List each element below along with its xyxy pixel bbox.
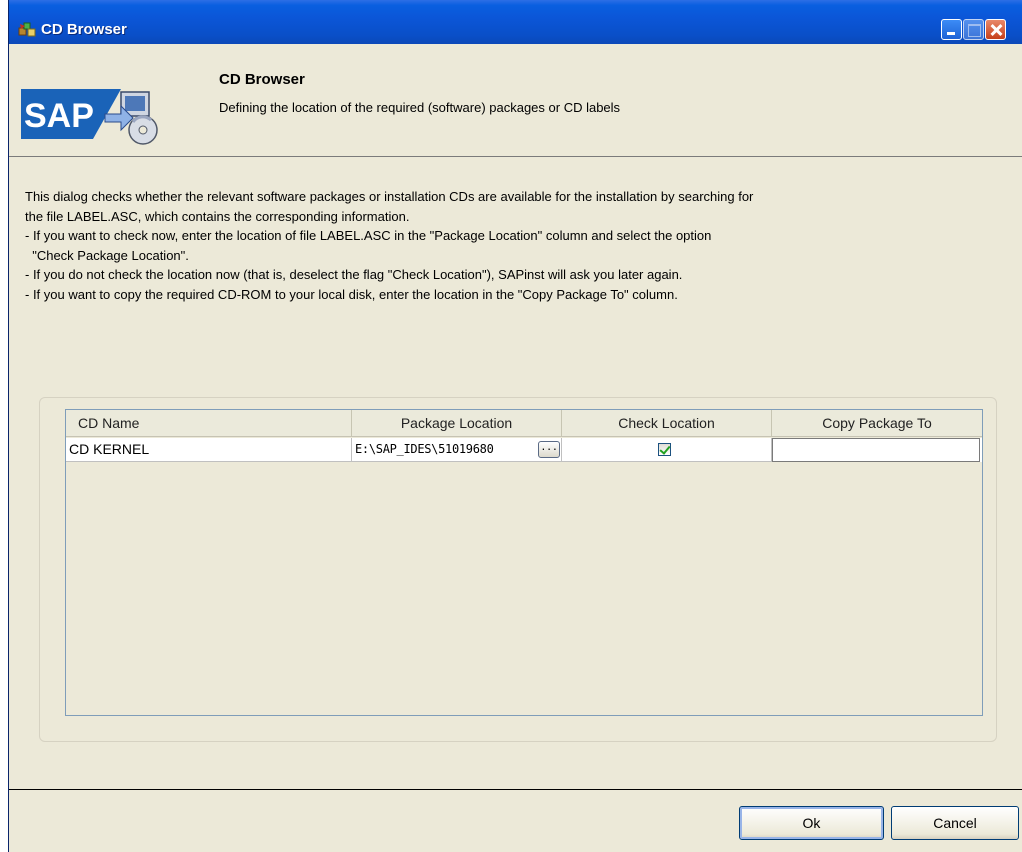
browse-button[interactable]: ... bbox=[538, 441, 560, 458]
table-row[interactable]: CD KERNEL E:\SAP_IDES\51019680 ... bbox=[66, 438, 982, 462]
column-header-check-location[interactable]: Check Location bbox=[562, 410, 772, 437]
cancel-button[interactable]: Cancel bbox=[891, 806, 1019, 840]
header-title: CD Browser bbox=[219, 71, 305, 88]
sap-logo-icon: SAP bbox=[21, 89, 158, 145]
maximize-button[interactable] bbox=[963, 19, 984, 40]
description-line: This dialog checks whether the relevant … bbox=[25, 189, 754, 204]
button-bar: Ok Cancel bbox=[9, 790, 1022, 852]
content-panel: This dialog checks whether the relevant … bbox=[9, 156, 1022, 790]
ok-button[interactable]: Ok bbox=[739, 806, 884, 840]
close-button[interactable] bbox=[985, 19, 1006, 40]
sapinst-app-icon bbox=[18, 22, 36, 37]
header-subtitle: Defining the location of the required (s… bbox=[219, 100, 621, 115]
description-line: - If you want to check now, enter the lo… bbox=[25, 228, 712, 244]
description-line: the file LABEL.ASC, which contains the c… bbox=[25, 208, 410, 224]
description-line: - If you want to copy the required CD-RO… bbox=[25, 286, 678, 302]
package-location-value[interactable]: E:\SAP_IDES\51019680 bbox=[355, 442, 494, 456]
column-header-package-location[interactable]: Package Location bbox=[352, 410, 562, 437]
description-line: "Check Package Location". bbox=[25, 247, 189, 263]
minimize-button[interactable] bbox=[941, 19, 962, 40]
svg-text:SAP: SAP bbox=[24, 97, 94, 135]
package-location-cell[interactable]: E:\SAP_IDES\51019680 ... bbox=[352, 438, 562, 462]
table-header: CD Name Package Location Check Location … bbox=[66, 410, 982, 437]
cd-browser-window: CD Browser SAP CD Browser Defining the l… bbox=[8, 0, 1022, 852]
header-panel: SAP CD Browser Defining the location of … bbox=[9, 44, 1022, 156]
column-header-copy-package-to[interactable]: Copy Package To bbox=[772, 410, 982, 437]
check-location-cell[interactable] bbox=[562, 438, 772, 462]
title-bar[interactable]: CD Browser bbox=[9, 0, 1022, 44]
column-header-cd-name[interactable]: CD Name bbox=[66, 410, 352, 437]
copy-package-to-input[interactable] bbox=[772, 438, 980, 462]
description-line: - If you do not check the location now (… bbox=[25, 267, 683, 283]
check-location-checkbox[interactable] bbox=[658, 443, 671, 456]
cd-table[interactable]: CD Name Package Location Check Location … bbox=[65, 409, 983, 716]
window-title: CD Browser bbox=[41, 21, 127, 38]
description-text: This dialog checks whether the relevant … bbox=[25, 187, 1015, 305]
cd-name-cell[interactable]: CD KERNEL bbox=[66, 438, 352, 462]
